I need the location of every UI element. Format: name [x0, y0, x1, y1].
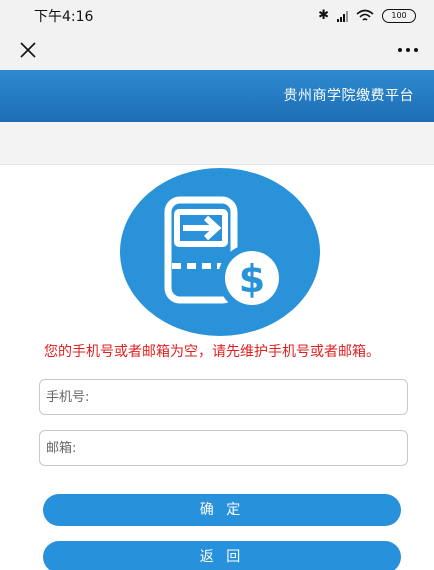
signal-icon [337, 10, 348, 22]
svg-text:$: $ [239, 257, 265, 301]
close-icon[interactable] [18, 40, 38, 60]
wifi-icon [356, 9, 374, 21]
battery-icon: 100 [382, 9, 416, 23]
error-message: 您的手机号或者邮箱为空，请先维护手机号或者邮箱。 [44, 344, 380, 360]
more-icon[interactable] [396, 42, 420, 58]
header-spacer [0, 122, 434, 165]
nav-bar [0, 30, 434, 70]
status-time: 下午4:16 [34, 9, 94, 25]
phone-input[interactable] [39, 379, 408, 415]
app-header: 贵州商学院缴费平台 [0, 70, 434, 122]
header-title: 贵州商学院缴费平台 [283, 88, 414, 104]
status-bar: 下午4:16 ✱ 100 [0, 0, 434, 30]
status-icons: ✱ 100 [318, 7, 416, 25]
payment-card-dollar-icon: $ [120, 168, 320, 336]
confirm-button[interactable]: 确 定 [43, 494, 401, 526]
back-button[interactable]: 返 回 [43, 541, 401, 570]
email-input[interactable] [39, 430, 408, 466]
bluetooth-icon: ✱ [318, 8, 329, 23]
page: 下午4:16 ✱ 100 贵州商学院缴费平台 $ 您的手机号或者邮箱为空，请先维… [0, 0, 434, 570]
